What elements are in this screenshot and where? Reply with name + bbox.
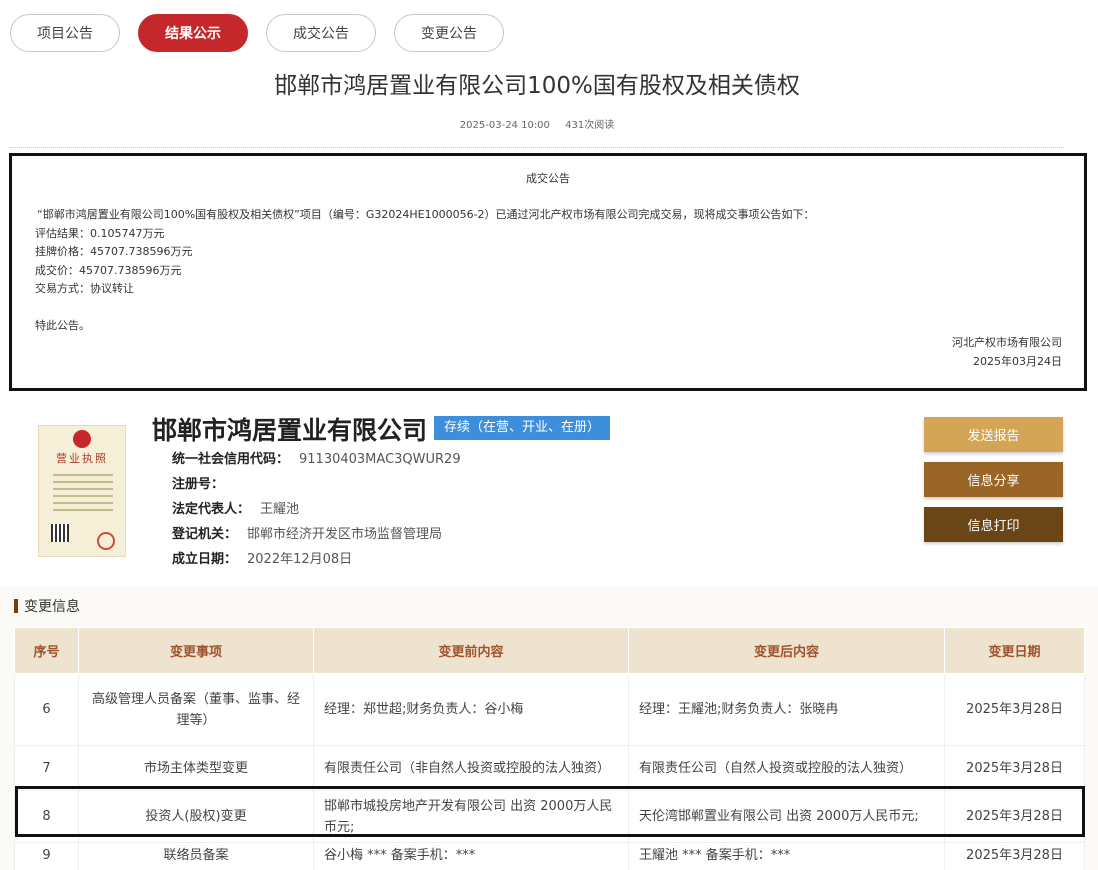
col-header: 序号 [14, 627, 79, 674]
divider [10, 147, 1064, 148]
cell-before: 谷小梅 *** 备案手机：*** [313, 842, 629, 870]
article-meta: 2025-03-24 10:00 431次阅读 [0, 116, 1074, 131]
table-row: 9 联络员备案 谷小梅 *** 备案手机：*** 王耀池 *** 备案手机：**… [14, 842, 1085, 870]
cell-after: 天伦湾邯郸置业有限公司 出资 2000万人民币元; [628, 790, 945, 843]
cell-after: 有限责任公司（自然人投资或控股的法人独资） [628, 745, 945, 791]
table-row: 6 高级管理人员备案（董事、监事、经理等） 经理：郑世超;财务负责人：谷小梅 经… [14, 673, 1085, 746]
field-label: 登记机关： [172, 527, 238, 542]
cell-before: 有限责任公司（非自然人投资或控股的法人独资） [313, 745, 629, 791]
section-marker [14, 599, 18, 613]
cell-item: 市场主体类型变更 [78, 745, 314, 791]
establish-date-row: 成立日期： 2022年12月08日 [172, 548, 352, 567]
cell-item: 联络员备案 [78, 842, 314, 870]
announcement-box: 成交公告 “邯郸市鸿居置业有限公司100%国有股权及相关债权”项目（编号：G32… [9, 153, 1087, 391]
field-value: 邯郸市经济开发区市场监督管理局 [247, 527, 443, 542]
print-button[interactable]: 信息打印 [924, 507, 1063, 542]
qr-code-icon [51, 524, 69, 542]
field-value: 2022年12月08日 [247, 552, 353, 567]
cell-no: 6 [14, 673, 79, 746]
seal-icon [97, 532, 115, 550]
cell-item: 高级管理人员备案（董事、监事、经理等） [78, 673, 314, 746]
tab-deal-notice[interactable]: 成交公告 [266, 14, 376, 52]
col-header: 变更前内容 [313, 627, 629, 674]
legal-rep-row: 法定代表人： 王耀池 [172, 498, 299, 517]
cell-no: 9 [14, 842, 79, 870]
col-header: 变更日期 [944, 627, 1085, 674]
business-license-image: 营业执照 [38, 425, 126, 557]
field-label: 注册号： [172, 477, 225, 492]
cell-before: 经理：郑世超;财务负责人：谷小梅 [313, 673, 629, 746]
tab-project-notice[interactable]: 项目公告 [10, 14, 120, 52]
cell-before: 邯郸市城投房地产开发有限公司 出资 2000万人民币元; [313, 790, 629, 843]
field-label: 成立日期： [172, 552, 238, 567]
field-value: 王耀池 [260, 502, 300, 517]
national-emblem-icon [73, 430, 91, 448]
field-label: 法定代表人： [172, 502, 251, 517]
cell-after: 经理：王耀池;财务负责人：张晓冉 [628, 673, 945, 746]
cell-date: 2025年3月28日 [944, 842, 1085, 870]
change-table: 序号 变更事项 变更前内容 变更后内容 变更日期 6 高级管理人员备案（董事、监… [14, 627, 1085, 870]
announcement-line: 评估结果：0.105747万元 [35, 226, 165, 240]
reg-number-row: 注册号： [172, 473, 234, 492]
announcement-line: 交易方式：协议转让 [35, 282, 134, 295]
send-report-button[interactable]: 发送报告 [924, 417, 1063, 452]
license-label: 营业执照 [56, 452, 108, 465]
announcement-body: “邯郸市鸿居置业有限公司100%国有股权及相关债权”项目（编号：G32024HE… [35, 206, 815, 336]
cell-date: 2025年3月28日 [944, 673, 1085, 746]
announcement-signature: 河北产权市场有限公司 2025年03月24日 [952, 334, 1062, 371]
cell-date: 2025年3月28日 [944, 790, 1085, 843]
section-title: 变更信息 [14, 596, 80, 616]
page-title: 邯郸市鸿居置业有限公司100%国有股权及相关债权 [274, 73, 800, 99]
table-row: 8 投资人(股权)变更 邯郸市城投房地产开发有限公司 出资 2000万人民币元;… [14, 790, 1085, 843]
view-count: 431次阅读 [565, 120, 615, 131]
signer: 河北产权市场有限公司 [952, 336, 1062, 349]
cell-no: 7 [14, 745, 79, 791]
announcement-heading: 成交公告 [526, 172, 570, 185]
field-label: 统一社会信用代码： [172, 452, 290, 467]
section-title-text: 变更信息 [24, 599, 80, 615]
announcement-line: 成交价：45707.738596万元 [35, 263, 182, 277]
table-row: 7 市场主体类型变更 有限责任公司（非自然人投资或控股的法人独资） 有限责任公司… [14, 745, 1085, 791]
sign-date: 2025年03月24日 [973, 354, 1062, 368]
table-header-row: 序号 变更事项 变更前内容 变更后内容 变更日期 [14, 627, 1085, 674]
cell-after: 王耀池 *** 备案手机：*** [628, 842, 945, 870]
tab-result-publicity[interactable]: 结果公示 [138, 14, 248, 52]
tab-bar: 项目公告 结果公示 成交公告 变更公告 [10, 14, 504, 52]
col-header: 变更事项 [78, 627, 314, 674]
publish-datetime: 2025-03-24 10:00 [459, 120, 550, 131]
announcement-closing: 特此公告。 [35, 319, 90, 332]
col-header: 变更后内容 [628, 627, 945, 674]
tab-change-notice[interactable]: 变更公告 [394, 14, 504, 52]
cell-item: 投资人(股权)变更 [78, 790, 314, 843]
cell-date: 2025年3月28日 [944, 745, 1085, 791]
status-badge: 存续（在营、开业、在册） [434, 416, 611, 440]
announcement-intro: “邯郸市鸿居置业有限公司100%国有股权及相关债权”项目（编号：G32024HE… [37, 208, 815, 221]
license-text-lines [53, 474, 113, 516]
field-value: 91130403MAC3QWUR29 [299, 452, 461, 467]
share-button[interactable]: 信息分享 [924, 462, 1063, 497]
announcement-line: 挂牌价格：45707.738596万元 [35, 245, 193, 258]
credit-code-row: 统一社会信用代码： 91130403MAC3QWUR29 [172, 448, 461, 467]
cell-no: 8 [14, 790, 79, 843]
registration-authority-row: 登记机关： 邯郸市经济开发区市场监督管理局 [172, 523, 442, 542]
company-name: 邯郸市鸿居置业有限公司 [152, 416, 428, 445]
